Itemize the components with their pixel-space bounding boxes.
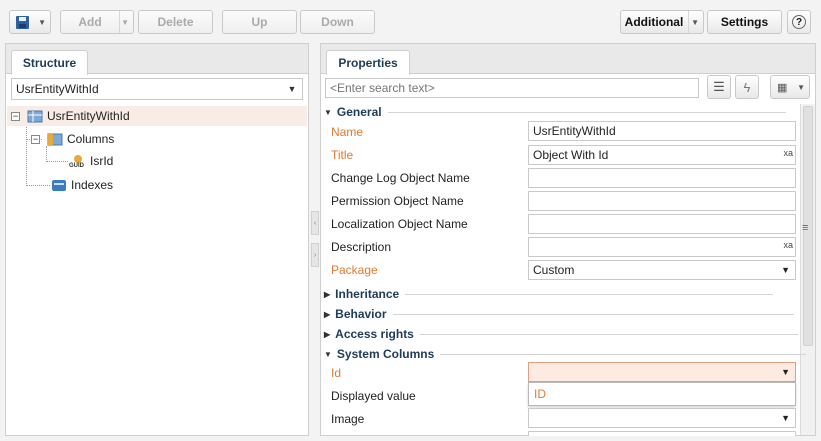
- add-menu-arrow-icon[interactable]: ▼: [121, 18, 129, 27]
- scroll-grip-icon: ≡: [802, 222, 809, 234]
- properties-tabbar: Properties: [321, 44, 815, 75]
- collapsed-triangle-icon: ▶: [324, 289, 331, 299]
- group-general-title: General: [336, 105, 382, 119]
- label-name: Name: [331, 125, 364, 139]
- change-log-field[interactable]: [528, 168, 796, 188]
- permission-field[interactable]: [528, 191, 796, 211]
- tree-indexes-label: Indexes: [71, 178, 114, 192]
- id-select[interactable]: ▼: [528, 362, 796, 382]
- chevron-down-icon[interactable]: ▼: [781, 413, 790, 423]
- package-select[interactable]: Custom ▼: [528, 260, 796, 280]
- settings-button[interactable]: Settings: [707, 10, 782, 34]
- properties-scrollbar[interactable]: ≡: [800, 104, 815, 435]
- label-localization: Localization Object Name: [331, 217, 468, 231]
- package-value: Custom: [533, 263, 575, 277]
- tree-columns-label: Columns: [67, 132, 115, 146]
- help-icon: ?: [792, 15, 806, 29]
- label-description: Description: [331, 240, 392, 254]
- list-view-icon: ☰: [713, 79, 725, 94]
- event-view-button[interactable]: ϟ: [735, 75, 759, 99]
- chevron-down-icon[interactable]: ▼: [781, 367, 790, 377]
- title-field[interactable]: Object With Id xa: [528, 145, 796, 165]
- property-search-input[interactable]: [325, 78, 699, 98]
- add-button[interactable]: Add ▼: [60, 10, 134, 34]
- expanded-triangle-icon: ▼: [324, 349, 332, 359]
- up-button[interactable]: Up: [222, 10, 297, 34]
- columns-icon: [47, 132, 63, 146]
- lightning-icon: ϟ: [743, 79, 751, 95]
- tree-row-root[interactable]: − UsrEntityWithId: [7, 106, 307, 126]
- save-menu-arrow-icon[interactable]: ▼: [38, 18, 46, 27]
- save-icon: [16, 15, 29, 29]
- localize-icon[interactable]: xa: [783, 240, 793, 250]
- localization-field[interactable]: [528, 214, 796, 234]
- label-change-log: Change Log Object Name: [331, 171, 470, 185]
- name-field[interactable]: UsrEntityWithId: [528, 121, 796, 141]
- collapse-icon[interactable]: −: [31, 134, 40, 144]
- group-behavior[interactable]: ▶ Behavior: [324, 307, 794, 321]
- localize-icon[interactable]: xa: [783, 148, 793, 158]
- add-button-label: Add: [78, 15, 102, 29]
- group-system-columns-title: System Columns: [336, 347, 435, 361]
- group-system-columns[interactable]: ▼ System Columns: [324, 347, 807, 361]
- tree-row-columns[interactable]: − Columns: [31, 129, 114, 149]
- group-general[interactable]: ▼ General: [324, 105, 786, 119]
- label-package: Package: [331, 263, 378, 277]
- additional-button-label: Additional: [624, 15, 684, 29]
- collapse-right-handle[interactable]: ›: [311, 243, 319, 267]
- title-value: Object With Id: [533, 148, 609, 162]
- next-field-partial: [528, 431, 796, 436]
- grid-icon: ▦: [777, 81, 788, 94]
- collapse-left-handle[interactable]: ‹: [311, 211, 319, 235]
- group-inheritance-title: Inheritance: [335, 287, 400, 301]
- entity-icon: [27, 109, 43, 123]
- label-image: Image: [331, 412, 365, 426]
- description-field[interactable]: xa: [528, 237, 796, 257]
- label-title: Title: [331, 148, 354, 162]
- help-button[interactable]: ?: [787, 10, 811, 34]
- layout-menu-arrow-icon[interactable]: ▼: [797, 83, 805, 92]
- down-button[interactable]: Down: [300, 10, 375, 34]
- structure-tabbar: Structure: [6, 44, 308, 75]
- tree-root-label: UsrEntityWithId: [47, 109, 130, 123]
- indexes-icon: [51, 178, 67, 192]
- list-view-button[interactable]: ☰: [707, 75, 731, 99]
- group-inheritance[interactable]: ▶ Inheritance: [324, 287, 774, 301]
- collapsed-triangle-icon: ▶: [324, 329, 331, 339]
- structure-panel: Structure UsrEntityWithId ▼ − UsrEntityW…: [5, 43, 309, 436]
- group-behavior-title: Behavior: [335, 307, 387, 321]
- object-select[interactable]: UsrEntityWithId ▼: [11, 78, 303, 100]
- additional-menu-arrow-icon[interactable]: ▼: [691, 18, 699, 27]
- layout-menu-button[interactable]: ▦ ▼: [770, 75, 810, 99]
- collapse-icon[interactable]: −: [11, 111, 20, 121]
- guid-column-icon: GUID: [69, 154, 86, 169]
- group-access-rights[interactable]: ▶ Access rights: [324, 327, 798, 341]
- collapsed-triangle-icon: ▶: [324, 309, 331, 319]
- tree-row-column-isrid[interactable]: GUID IsrId: [69, 151, 114, 171]
- chevron-down-icon[interactable]: ▼: [282, 79, 302, 99]
- tree-row-indexes[interactable]: Indexes: [51, 175, 113, 195]
- tree-column-label: IsrId: [90, 154, 114, 168]
- label-displayed-value: Displayed value: [331, 389, 416, 403]
- tab-properties[interactable]: Properties: [326, 50, 410, 75]
- additional-button[interactable]: Additional ▼: [620, 10, 704, 34]
- panel-splitter[interactable]: ‹ ›: [311, 43, 319, 436]
- tab-structure[interactable]: Structure: [11, 50, 88, 75]
- name-value: UsrEntityWithId: [533, 124, 616, 138]
- chevron-down-icon[interactable]: ▼: [781, 265, 790, 275]
- save-button[interactable]: ▼: [9, 10, 51, 34]
- dropdown-option-id[interactable]: ID: [534, 387, 546, 401]
- object-select-value: UsrEntityWithId: [16, 82, 99, 96]
- id-dropdown-list: ID: [528, 382, 796, 406]
- delete-button[interactable]: Delete: [138, 10, 213, 34]
- toolbar: ▼ Add ▼ Delete Up Down Additional ▼ Sett…: [0, 0, 821, 42]
- label-permission: Permission Object Name: [331, 194, 464, 208]
- group-access-rights-title: Access rights: [335, 327, 414, 341]
- guid-badge: GUID: [69, 163, 84, 169]
- expanded-triangle-icon: ▼: [324, 107, 332, 117]
- label-id: Id: [331, 366, 342, 380]
- image-select[interactable]: ▼: [528, 408, 796, 428]
